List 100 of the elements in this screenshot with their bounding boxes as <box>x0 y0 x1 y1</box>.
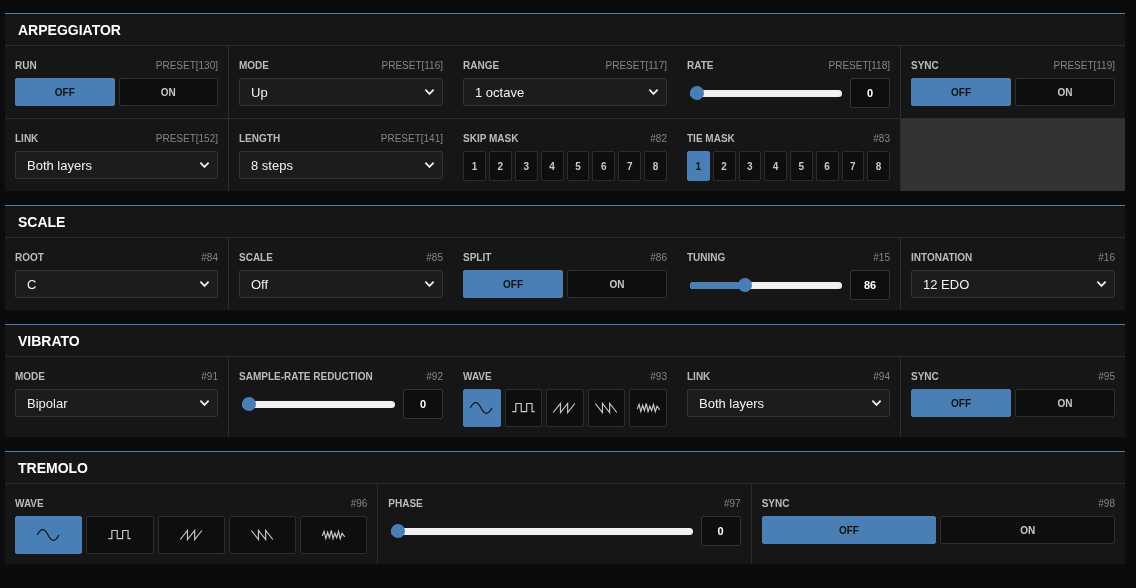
parameter-id: PRESET[118] <box>828 60 890 71</box>
chevron-down-icon <box>424 161 435 169</box>
step-button[interactable]: 1 <box>463 151 486 181</box>
wave-button[interactable] <box>587 389 626 427</box>
field-label: ROOT <box>15 252 44 263</box>
field-label: MODE <box>15 371 45 382</box>
parameter-id: #84 <box>201 252 218 263</box>
step-button[interactable]: 3 <box>514 151 538 181</box>
value-field[interactable]: 0 <box>403 389 443 419</box>
dropdown[interactable]: C <box>15 270 218 298</box>
dropdown[interactable]: 1 octave <box>463 78 667 106</box>
parameter-id: #94 <box>873 371 890 382</box>
step-button[interactable]: 7 <box>618 151 642 181</box>
field-label: SAMPLE-RATE REDUCTION <box>239 371 373 382</box>
chevron-down-icon <box>871 399 882 407</box>
section-title: TREMOLO <box>18 459 88 476</box>
field-label: RANGE <box>463 60 500 71</box>
parameter-id: #91 <box>201 371 218 382</box>
step-button[interactable]: 4 <box>540 151 564 181</box>
parameter-id: #85 <box>426 252 443 263</box>
toggle-button[interactable]: OFF <box>463 270 563 298</box>
parameter-id: #95 <box>1098 371 1115 382</box>
wave-button[interactable] <box>504 389 543 427</box>
chevron-down-icon <box>199 399 210 407</box>
slider-thumb[interactable] <box>391 523 406 538</box>
wave-button[interactable] <box>86 516 154 554</box>
parameter-id: #98 <box>1098 498 1115 509</box>
step-button[interactable]: 3 <box>738 151 762 181</box>
dropdown[interactable]: Both layers <box>15 151 218 179</box>
toggle-button[interactable]: ON <box>940 516 1115 544</box>
parameter-id: #86 <box>650 252 667 263</box>
parameter-id: #92 <box>426 371 443 382</box>
field-label: TUNING <box>687 252 726 263</box>
toggle-button[interactable]: ON <box>567 270 667 298</box>
parameter-id: #96 <box>350 498 368 509</box>
value-field[interactable]: 0 <box>850 78 890 108</box>
field-label: SYNC <box>911 60 939 71</box>
dropdown[interactable]: Bipolar <box>15 389 218 417</box>
parameter-id: #82 <box>650 133 667 144</box>
slider-thumb[interactable] <box>690 85 704 100</box>
step-button[interactable]: 4 <box>764 151 787 181</box>
section-title: SCALE <box>18 213 66 230</box>
wave-button[interactable] <box>157 516 225 554</box>
parameter-id: #83 <box>873 133 890 144</box>
chevron-down-icon <box>1096 280 1107 288</box>
value-field[interactable]: 86 <box>850 270 890 300</box>
field-label: SCALE <box>239 252 273 263</box>
field-label: LINK <box>15 133 39 144</box>
parameter-id: PRESET[117] <box>605 60 667 71</box>
field-label: WAVE <box>463 371 492 382</box>
step-button[interactable]: 8 <box>644 151 667 181</box>
toggle-button[interactable]: OFF <box>911 389 1011 417</box>
field-label: PHASE <box>388 498 423 509</box>
parameter-id: PRESET[116] <box>381 60 443 71</box>
step-button[interactable]: 1 <box>687 151 710 181</box>
slider-thumb[interactable] <box>738 277 753 292</box>
chevron-down-icon <box>424 88 435 96</box>
field-label: INTONATION <box>911 252 973 263</box>
parameter-id: #93 <box>650 371 667 382</box>
step-button[interactable]: 2 <box>488 151 512 181</box>
chevron-down-icon <box>648 88 659 96</box>
chevron-down-icon <box>424 280 435 288</box>
field-label: SYNC <box>761 498 790 509</box>
wave-button[interactable] <box>228 516 297 554</box>
chevron-down-icon <box>199 161 210 169</box>
ramp-wave-icon <box>248 526 276 544</box>
field-label: SPLIT <box>463 252 492 263</box>
step-button[interactable]: 6 <box>815 151 839 181</box>
step-button[interactable]: 2 <box>712 151 736 181</box>
wave-button[interactable] <box>546 389 584 427</box>
field-label: LENGTH <box>239 133 281 144</box>
step-button[interactable]: 6 <box>592 151 616 181</box>
parameter-id: #15 <box>873 252 890 263</box>
value-field[interactable]: 0 <box>700 516 741 546</box>
toggle-button[interactable]: OFF <box>911 78 1011 106</box>
toggle-button[interactable]: ON <box>1015 389 1115 417</box>
section-title: VIBRATO <box>18 332 80 349</box>
step-button[interactable]: 5 <box>566 151 590 181</box>
parameter-id: #97 <box>723 498 741 509</box>
wave-button[interactable] <box>300 516 368 554</box>
dropdown[interactable]: Up <box>239 78 443 106</box>
dropdown[interactable]: 12 EDO <box>911 270 1115 298</box>
step-button[interactable]: 7 <box>841 151 865 181</box>
field-label: SYNC <box>911 371 939 382</box>
step-button[interactable]: 8 <box>867 151 890 181</box>
toggle-button[interactable]: ON <box>1015 78 1115 106</box>
toggle-button[interactable]: ON <box>118 78 218 106</box>
step-button[interactable]: 5 <box>790 151 813 181</box>
field-label: LINK <box>687 371 711 382</box>
dropdown[interactable]: 8 steps <box>239 151 443 179</box>
dropdown[interactable]: Off <box>239 270 443 298</box>
toggle-button[interactable]: OFF <box>761 516 937 544</box>
parameter-id: PRESET[152] <box>155 133 218 144</box>
dropdown[interactable]: Both layers <box>687 389 890 417</box>
toggle-button[interactable]: OFF <box>15 78 115 106</box>
slider-thumb[interactable] <box>242 396 256 411</box>
parameter-id: PRESET[141] <box>380 133 443 144</box>
field-label: WAVE <box>15 498 44 509</box>
wave-button[interactable] <box>15 516 83 554</box>
wave-button[interactable] <box>629 389 667 427</box>
